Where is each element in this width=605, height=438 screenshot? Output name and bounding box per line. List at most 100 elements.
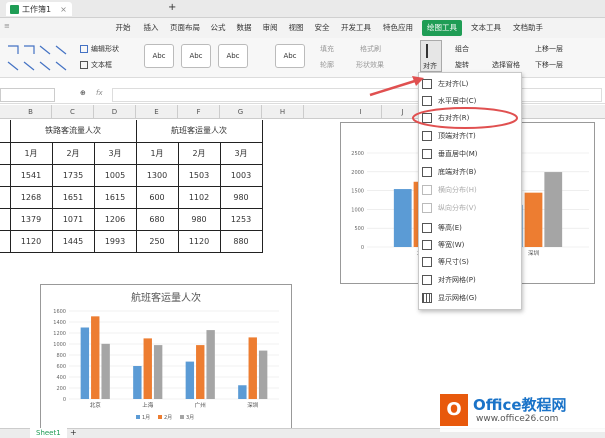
menu-insert[interactable]: 插入 (141, 20, 161, 36)
show-grid-label: 显示网格(G) (438, 294, 477, 302)
table-cell[interactable]: 980 (219, 185, 263, 209)
chart-bar (133, 366, 142, 399)
sheet-tab[interactable]: Sheet1 (30, 428, 67, 438)
table-cell[interactable]: 1003 (219, 163, 263, 187)
equal-size-item[interactable]: 等尺寸(S) (418, 254, 522, 270)
table-cell[interactable]: 1379 (9, 207, 53, 231)
y-tick-label: 1600 (53, 309, 66, 315)
align-bottom-item[interactable]: 底端对齐(B) (418, 164, 522, 180)
shape-style-3[interactable]: Abc (218, 44, 248, 68)
y-tick-label: 1200 (53, 331, 66, 337)
menu-start[interactable]: 开始 (113, 20, 133, 36)
bring-forward-label: 上移一层 (535, 45, 563, 53)
col-header-g[interactable]: G (220, 105, 262, 119)
table-cell[interactable]: 3月 (93, 141, 137, 165)
table-cell[interactable]: 600 (135, 185, 179, 209)
menu-drawing-tools[interactable]: 绘图工具 (422, 20, 462, 36)
shape-style-1[interactable]: Abc (144, 44, 174, 68)
y-tick-label: 1500 (351, 189, 364, 195)
add-sheet-icon[interactable]: + (70, 428, 77, 438)
table-row: 1379 1071 1206 680 980 1253 (0, 207, 263, 231)
flight-header[interactable]: 航班客运量人次 (135, 120, 263, 143)
table-cell[interactable]: 1005 (93, 163, 137, 187)
table-cell[interactable]: 680 (135, 207, 179, 231)
flight-chart[interactable]: 航班客运量人次 0 200 400 600 800 1000 1200 1400 1600 北京 上海… (40, 284, 292, 432)
table-cell[interactable]: 1735 (51, 163, 95, 187)
align-middle-item[interactable]: 垂直居中(M) (418, 146, 522, 162)
col-header-c[interactable]: C (52, 105, 94, 119)
menu-developer[interactable]: 开发工具 (338, 20, 374, 36)
line-shapes-gallery[interactable] (4, 42, 74, 76)
new-tab-button[interactable]: + (168, 2, 176, 13)
fill-button[interactable]: 填充 (320, 44, 334, 54)
col-header-e[interactable]: E (136, 105, 178, 119)
table-cell[interactable]: 1300 (135, 163, 179, 187)
table-row: 1541 1735 1005 1300 1503 1003 (0, 163, 263, 187)
chart-bar (143, 338, 152, 399)
table-cell[interactable]: 2月 (51, 141, 95, 165)
table-cell[interactable]: 1268 (9, 185, 53, 209)
table-cell[interactable]: 1503 (177, 163, 221, 187)
col-header-h[interactable]: H (262, 105, 304, 119)
table-cell[interactable]: 1615 (93, 185, 137, 209)
chart-bar (524, 192, 543, 247)
table-cell[interactable]: 980 (177, 207, 221, 231)
col-header-d[interactable]: D (94, 105, 136, 119)
distribute-h-item: 横向分布(H) (418, 182, 522, 198)
table-cell[interactable]: 1445 (51, 229, 95, 253)
show-grid-item[interactable]: 显示网格(G) (418, 290, 522, 306)
group-button[interactable]: 组合 (455, 44, 469, 54)
table-cell[interactable]: 880 (219, 229, 263, 253)
y-tick-label: 1000 (351, 207, 364, 213)
y-tick-label: 2500 (351, 151, 364, 157)
equal-width-item[interactable]: 等宽(W) (418, 237, 522, 253)
spreadsheet-icon (10, 4, 19, 14)
col-header-f[interactable]: F (178, 105, 220, 119)
menu-review[interactable]: 审阅 (260, 20, 280, 36)
table-cell[interactable]: 3月 (219, 141, 263, 165)
send-backward-button[interactable]: 下移一层 (535, 60, 563, 70)
table-cell[interactable]: 1651 (51, 185, 95, 209)
menu-security[interactable]: 安全 (312, 20, 332, 36)
edit-shape-button[interactable]: 编辑形状 (80, 44, 119, 54)
y-tick-label: 1000 (53, 342, 66, 348)
table-cell[interactable]: 2月 (177, 141, 221, 165)
format-painter-button[interactable]: 格式刷 (360, 44, 381, 54)
menu-formula[interactable]: 公式 (208, 20, 228, 36)
table-cell[interactable]: 250 (135, 229, 179, 253)
menu-view[interactable]: 视图 (286, 20, 306, 36)
table-cell[interactable]: 1541 (9, 163, 53, 187)
chart-bar (393, 189, 412, 247)
rail-header[interactable]: 铁路客流量人次 (9, 120, 137, 143)
shape-style-2[interactable]: Abc (181, 44, 211, 68)
y-tick-label: 1400 (53, 320, 66, 326)
text-box-button[interactable]: 文本框 (80, 60, 112, 70)
table-cell[interactable]: 1月 (135, 141, 179, 165)
y-tick-label: 0 (63, 397, 66, 403)
menu-data[interactable]: 数据 (234, 20, 254, 36)
menu-features[interactable]: 特色应用 (380, 20, 416, 36)
menu-doc-assistant[interactable]: 文档助手 (510, 20, 546, 36)
table-cell[interactable]: 1206 (93, 207, 137, 231)
table-cell[interactable]: 1月 (9, 141, 53, 165)
menu-page-layout[interactable]: 页面布局 (167, 20, 203, 36)
menu-icon[interactable]: ≡ (4, 22, 10, 30)
table-cell[interactable]: 1102 (177, 185, 221, 209)
col-header-b[interactable]: B (10, 105, 52, 119)
send-backward-label: 下移一层 (535, 61, 563, 69)
menu-text-tools[interactable]: 文本工具 (468, 20, 504, 36)
bring-forward-button[interactable]: 上移一层 (535, 44, 563, 54)
equal-height-item[interactable]: 等高(E) (418, 220, 522, 236)
zoom-icon[interactable]: ⊕ (80, 89, 86, 97)
table-cell[interactable]: 1071 (51, 207, 95, 231)
table-cell[interactable]: 1253 (219, 207, 263, 231)
outline-button[interactable]: 轮廓 (320, 60, 334, 70)
table-cell[interactable]: 1120 (9, 229, 53, 253)
table-cell[interactable]: 1120 (177, 229, 221, 253)
table-cell[interactable]: 1993 (93, 229, 137, 253)
name-box[interactable] (0, 88, 55, 102)
snap-grid-item[interactable]: 对齐网格(P) (418, 272, 522, 288)
shape-style-4[interactable]: Abc (275, 44, 305, 68)
close-tab-icon[interactable]: × (60, 5, 67, 14)
document-tab[interactable]: 工作簿1 × (6, 2, 72, 16)
